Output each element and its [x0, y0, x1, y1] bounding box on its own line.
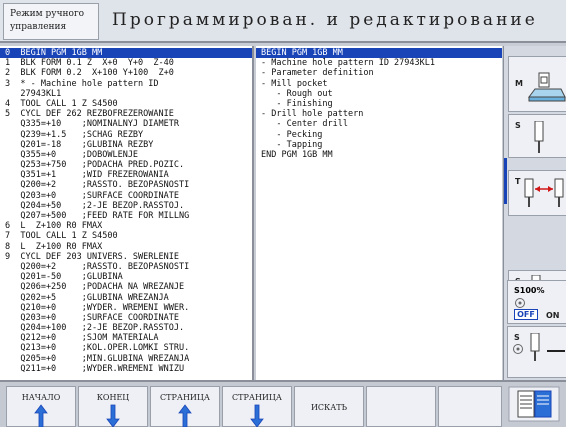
program-line[interactable]: 5 CYCL DEF 262 REZBOFREZEROWANIE	[0, 109, 252, 119]
arrow-up-icon	[34, 404, 48, 427]
header-bar: Режим ручного управления Программирован.…	[0, 0, 566, 43]
arrow-down-icon	[250, 404, 264, 427]
override-label: S100%	[514, 286, 545, 295]
search-label: ИСКАТЬ	[310, 403, 348, 412]
empty-softkey-7[interactable]	[438, 386, 502, 427]
page-title: Программирован. и редактирование	[112, 10, 538, 30]
program-line[interactable]: Q203=+0 ;SURFACE COORDINATE	[0, 191, 252, 201]
structure-line[interactable]: - Mill pocket	[256, 79, 502, 89]
structure-line[interactable]: - Center drill	[256, 119, 502, 129]
program-line[interactable]: 3 * - Machine hole pattern ID	[0, 79, 252, 89]
program-line[interactable]: Q202=+5 ;GLUBINA WREZANJA	[0, 293, 252, 303]
page-down-softkey[interactable]: СТРАНИЦА	[222, 386, 292, 427]
bottom-softkey-bar: НАЧАЛО КОНЕЦ СТРАНИЦА СТРАНИЦА ИСКАТЬ	[0, 380, 566, 427]
begin-softkey[interactable]: НАЧАЛО	[6, 386, 76, 427]
structure-pane[interactable]: BEGIN PGM 1GB MM - Machine hole pattern I…	[256, 46, 502, 380]
split-screen-layout-icon[interactable]	[508, 386, 560, 422]
minus-icon	[547, 350, 565, 352]
arrow-up-icon	[178, 404, 192, 427]
s-spindle-softkey[interactable]: S	[508, 114, 566, 158]
program-line[interactable]: Q212=+0 ;SJOM MATERIALA	[0, 333, 252, 343]
program-line[interactable]: 6 L Z+100 R0 FMAX	[0, 221, 252, 231]
program-line[interactable]: 4 TOOL CALL 1 Z S4500	[0, 99, 252, 109]
empty-softkey-6[interactable]	[366, 386, 436, 427]
program-line[interactable]: Q200=+2 ;RASSTO. BEZOPASNOSTI	[0, 180, 252, 190]
s-minus-label: S	[514, 333, 520, 342]
program-line[interactable]: 7 TOOL CALL 1 Z S4500	[0, 231, 252, 241]
spindle-override-minus-softkey[interactable]: S	[507, 326, 566, 378]
spindle-override-softkey[interactable]: S100% OFF ON	[507, 280, 566, 324]
program-line[interactable]: Q335=+10 ;NOMINALNYJ DIAMETR	[0, 119, 252, 129]
begin-label: НАЧАЛО	[21, 393, 61, 402]
spindle-icon	[530, 333, 540, 361]
program-editor-pane[interactable]: 0 BEGIN PGM 1GB MM 1 BLK FORM 0.1 Z X+0 Y…	[0, 46, 254, 380]
program-line[interactable]: Q351=+1 ;WID FREZEROWANIA	[0, 170, 252, 180]
tool-change-icon	[524, 178, 564, 207]
arrow-down-icon	[106, 404, 120, 427]
override-on-toggle[interactable]: ON	[546, 311, 560, 320]
m-label: M	[515, 79, 523, 88]
end-softkey[interactable]: КОНЕЦ	[78, 386, 148, 427]
program-line[interactable]: Q239=+1.5 ;SCHAG REZBY	[0, 130, 252, 140]
program-line[interactable]: Q204=+100 ;2-JE BEZOP.RASSTOJ.	[0, 323, 252, 333]
machine-table-icon	[528, 72, 566, 102]
page-down-label: СТРАНИЦА	[232, 393, 282, 402]
program-line[interactable]: Q206=+250 ;PODACHA NA WREZANJE	[0, 282, 252, 292]
program-line[interactable]: Q200=+2 ;RASSTO. BEZOPASNOSTI	[0, 262, 252, 272]
program-line[interactable]: 9 CYCL DEF 203 UNIVERS. SWERLENIE	[0, 252, 252, 262]
program-line[interactable]: Q213=+0 ;KOL.OPER.LOMKI STRU.	[0, 343, 252, 353]
page-up-softkey[interactable]: СТРАНИЦА	[150, 386, 220, 427]
program-line[interactable]: Q211=+0 ;WYDER.WREMENI WNIZU	[0, 364, 252, 374]
mode-label-line2: управления	[10, 22, 67, 32]
spindle-icon	[534, 121, 544, 153]
t-label: T	[515, 177, 521, 186]
structure-line[interactable]: - Machine hole pattern ID 27943KL1	[256, 58, 502, 68]
t-tool-softkey[interactable]: T	[508, 170, 566, 216]
s-label: S	[515, 121, 521, 130]
active-softkey-marker	[504, 158, 507, 204]
program-line[interactable]: Q203=+0 ;SURFACE COORDINATE	[0, 313, 252, 323]
end-label: КОНЕЦ	[96, 393, 130, 402]
m-function-softkey[interactable]: M	[508, 56, 566, 112]
structure-line[interactable]: - Parameter definition	[256, 68, 502, 78]
page-up-label: СТРАНИЦА	[160, 393, 210, 402]
structure-line[interactable]: - Drill hole pattern	[256, 109, 502, 119]
operating-mode-indicator[interactable]: Режим ручного управления	[3, 3, 99, 40]
program-line[interactable]: Q204=+50 ;2-JE BEZOP.RASSTOJ.	[0, 201, 252, 211]
program-line[interactable]: 2 BLK FORM 0.2 X+100 Y+100 Z+0	[0, 68, 252, 78]
mode-label-line1: Режим ручного	[10, 9, 85, 19]
rotation-icon	[515, 298, 525, 308]
program-line[interactable]: Q201=-50 ;GLUBINA	[0, 272, 252, 282]
program-line[interactable]: Q355=+0 ;DOBOWLENJE	[0, 150, 252, 160]
program-line[interactable]: 27943KL1	[0, 89, 252, 99]
structure-line[interactable]: - Pecking	[256, 130, 502, 140]
rotation-icon	[513, 344, 523, 354]
program-line[interactable]: 1 BLK FORM 0.1 Z X+0 Y+0 Z-40	[0, 58, 252, 68]
program-line[interactable]: Q207=+500 ;FEED RATE FOR MILLNG	[0, 211, 252, 221]
program-line[interactable]: Q210=+0 ;WYDER. WREMENI WWER.	[0, 303, 252, 313]
structure-line[interactable]: BEGIN PGM 1GB MM	[256, 48, 502, 59]
program-line[interactable]: Q205=+0 ;MIN.GLUBINA WREZANJA	[0, 354, 252, 364]
search-softkey[interactable]: ИСКАТЬ	[294, 386, 364, 427]
structure-line[interactable]: END PGM 1GB MM	[256, 150, 502, 160]
program-line[interactable]: Q201=-18 ;GLUBINA REZBY	[0, 140, 252, 150]
override-off-toggle[interactable]: OFF	[514, 309, 538, 320]
program-line[interactable]: 0 BEGIN PGM 1GB MM	[0, 48, 252, 59]
structure-line[interactable]: - Tapping	[256, 140, 502, 150]
structure-line[interactable]: - Rough out	[256, 89, 502, 99]
program-line[interactable]: Q253=+750 ;PODACHA PRED.POZIC.	[0, 160, 252, 170]
structure-line[interactable]: - Finishing	[256, 99, 502, 109]
program-line[interactable]: 8 L Z+100 R0 FMAX	[0, 242, 252, 252]
